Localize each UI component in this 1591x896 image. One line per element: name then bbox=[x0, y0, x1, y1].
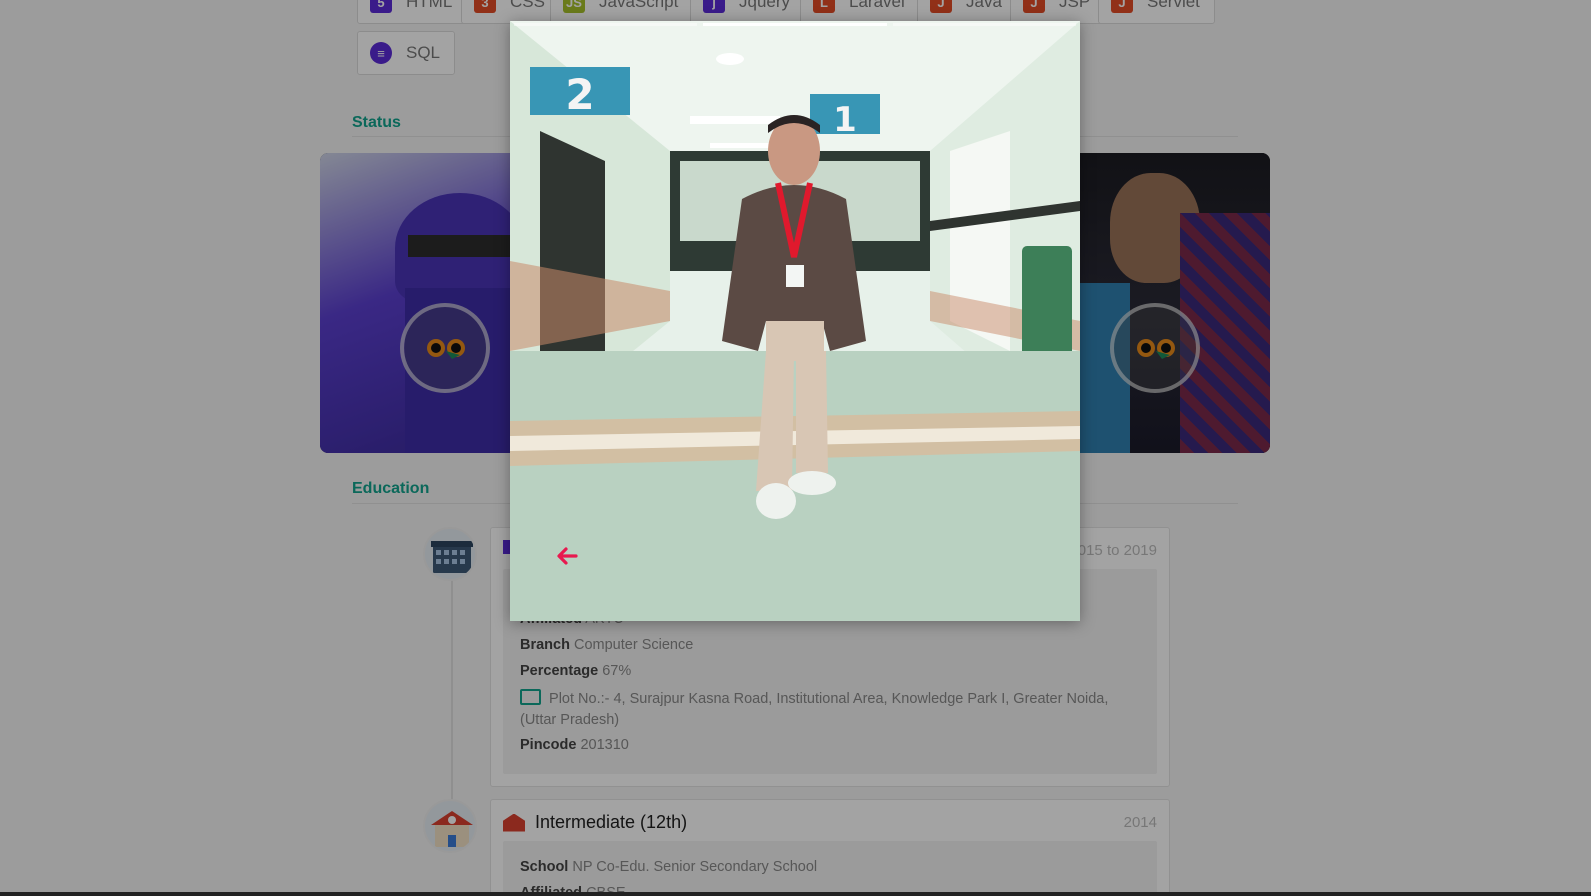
story-progress-segment bbox=[514, 23, 698, 26]
window-bottom-edge bbox=[0, 892, 1591, 896]
story-progress bbox=[514, 23, 1076, 26]
story-progress-segment bbox=[892, 23, 1076, 26]
story-photo: 2 1 bbox=[510, 21, 1080, 621]
story-progress-segment-active bbox=[703, 23, 887, 26]
story-viewer[interactable]: 2 1 bbox=[510, 21, 1080, 621]
arrow-left-icon[interactable] bbox=[554, 543, 580, 569]
svg-text:1: 1 bbox=[833, 100, 857, 140]
svg-text:2: 2 bbox=[565, 70, 594, 119]
